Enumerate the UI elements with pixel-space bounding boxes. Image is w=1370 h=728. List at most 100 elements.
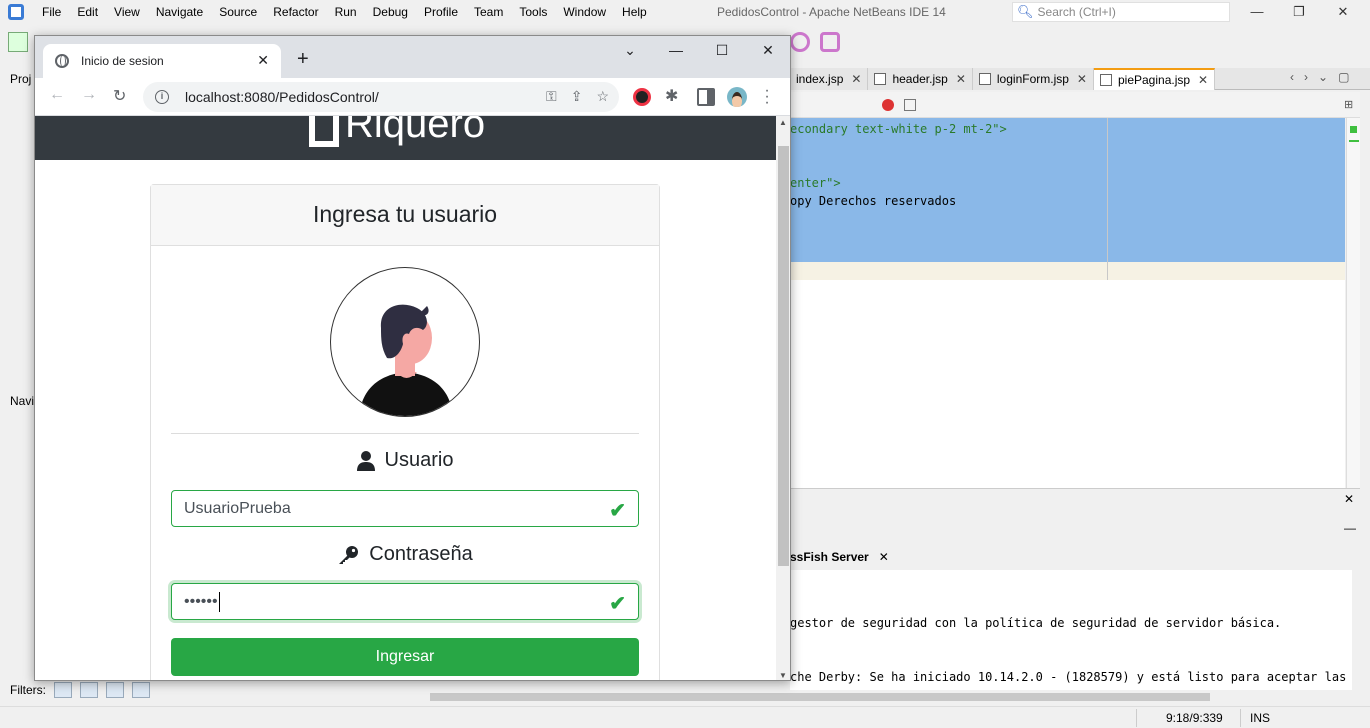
menu-window[interactable]: Window	[555, 0, 614, 24]
profile-icon[interactable]	[820, 32, 840, 52]
output-console[interactable]: gestor de seguridad con la política de s…	[790, 570, 1352, 690]
filter-inherited-icon[interactable]	[106, 682, 124, 698]
browser-tabstrip: Inicio de sesion ✕ + ⌄ — ☐ ✕	[35, 36, 790, 78]
address-bar[interactable]: i localhost:8080/PedidosControl/ ⚿ ⇪ ☆	[143, 82, 619, 112]
puzzle-icon[interactable]: ✱	[665, 86, 683, 105]
tab-piepagina-jsp[interactable]: piePagina.jsp ✕	[1093, 68, 1216, 90]
navigator-panel-label[interactable]: Navi	[10, 394, 34, 408]
ide-menu-bar: File Edit View Navigate Source Refactor …	[34, 0, 655, 24]
code-text: opy Derechos reservados	[790, 194, 957, 208]
split-icon[interactable]: ⊞	[1344, 98, 1353, 111]
filter-fields-icon[interactable]	[54, 682, 72, 698]
chevron-left-icon[interactable]: ‹	[1290, 70, 1294, 84]
star-icon[interactable]: ☆	[596, 88, 609, 105]
minimize-icon[interactable]: —	[1344, 521, 1356, 535]
scroll-up-icon[interactable]: ▲	[779, 118, 787, 127]
close-icon[interactable]: ✕	[1077, 72, 1087, 86]
close-icon[interactable]: ✕	[1198, 73, 1208, 87]
new-file-icon[interactable]	[8, 32, 28, 52]
filters-label: Filters:	[10, 683, 46, 697]
code-text: econdary text-white p-2 mt-2">	[790, 122, 1007, 136]
usuario-input[interactable]: UsuarioPrueba ✔	[171, 490, 639, 527]
menu-team[interactable]: Team	[466, 0, 511, 24]
profile-avatar[interactable]	[727, 87, 747, 107]
editor-toolbar: ⊞	[790, 92, 1360, 118]
close-tab-icon[interactable]: ✕	[257, 52, 269, 69]
close-icon[interactable]: ✕	[879, 550, 889, 564]
chevron-down-icon[interactable]: ⌄	[615, 42, 645, 59]
chevron-right-icon[interactable]: ›	[1304, 70, 1308, 84]
ide-minimize-button[interactable]: —	[1234, 0, 1280, 24]
page-vertical-scrollbar[interactable]: ▲ ▼	[776, 116, 790, 680]
projects-panel-label[interactable]: Proj	[10, 72, 31, 86]
menu-view[interactable]: View	[106, 0, 148, 24]
menu-source[interactable]: Source	[211, 0, 265, 24]
browser-toolbar: ← → ↻ i localhost:8080/PedidosControl/ ⚿…	[35, 78, 790, 116]
back-arrow-icon[interactable]: ←	[49, 86, 65, 104]
menu-refactor[interactable]: Refactor	[265, 0, 326, 24]
scroll-down-icon[interactable]: ▼	[779, 671, 787, 680]
close-icon[interactable]: ✕	[1344, 492, 1354, 506]
key-icon	[339, 545, 359, 564]
chevron-down-icon[interactable]: ⌄	[1318, 70, 1328, 84]
code-editor[interactable]: econdary text-white p-2 mt-2"> enter"> o…	[790, 118, 1345, 488]
ide-close-button[interactable]: ✕	[1320, 0, 1366, 24]
site-info-icon[interactable]: i	[155, 90, 169, 104]
maximize-icon[interactable]: ▢	[1338, 70, 1349, 84]
kebab-menu-icon[interactable]: · · ·	[763, 83, 771, 111]
extension-icon[interactable]	[633, 88, 651, 106]
ide-search-input[interactable]: 🔍︎ Search (Ctrl+I)	[1012, 2, 1230, 22]
status-ok-marker	[1350, 126, 1357, 133]
browser-tab-inicio-sesion[interactable]: Inicio de sesion ✕	[43, 44, 281, 78]
site-navbar: Riquero	[35, 116, 776, 160]
url-text[interactable]: localhost:8080/PedidosControl/	[185, 89, 379, 105]
menu-navigate[interactable]: Navigate	[148, 0, 211, 24]
password-input-value: ••••••	[184, 592, 218, 610]
password-label: Contraseña	[151, 543, 659, 566]
ide-restore-button[interactable]: ❐	[1276, 0, 1322, 24]
editor-error-stripe[interactable]	[1346, 118, 1360, 488]
menu-profile[interactable]: Profile	[416, 0, 466, 24]
scrollbar-thumb[interactable]	[778, 146, 789, 566]
tab-index-jsp[interactable]: index.jsp ✕	[790, 68, 869, 90]
share-icon[interactable]: ⇪	[571, 88, 583, 105]
stop-macro-icon[interactable]	[904, 99, 916, 111]
brand-logo[interactable]: Riquero	[309, 116, 485, 147]
record-macro-icon[interactable]	[882, 99, 894, 111]
menu-help[interactable]: Help	[614, 0, 655, 24]
output-horizontal-scrollbar[interactable]	[416, 690, 1360, 704]
menu-debug[interactable]: Debug	[365, 0, 416, 24]
tab-label: piePagina.jsp	[1117, 73, 1191, 87]
password-input[interactable]: •••••• ✔	[171, 583, 639, 620]
browser-window: Inicio de sesion ✕ + ⌄ — ☐ ✕ ← → ↻ i loc…	[34, 35, 791, 681]
reload-icon[interactable]: ↻	[113, 86, 126, 106]
scrollbar-thumb[interactable]	[430, 693, 1210, 701]
menu-file[interactable]: File	[34, 0, 69, 24]
key-icon[interactable]: ⚿	[546, 88, 557, 105]
menu-edit[interactable]: Edit	[69, 0, 106, 24]
menu-tools[interactable]: Tools	[511, 0, 555, 24]
output-tab-glassfish[interactable]: ssFish Server ✕	[790, 545, 889, 569]
current-line-highlight	[790, 262, 1345, 280]
user-illustration-icon	[359, 304, 453, 416]
forward-arrow-icon[interactable]: →	[81, 86, 97, 104]
box-logo-icon	[309, 116, 339, 147]
navigator-filters: Filters:	[10, 682, 150, 698]
profile-project-icon[interactable]	[790, 32, 810, 52]
close-icon[interactable]: ✕	[851, 72, 861, 86]
menu-run[interactable]: Run	[327, 0, 365, 24]
new-tab-button[interactable]: +	[297, 48, 309, 71]
output-header: ✕ —	[790, 488, 1360, 535]
filter-private-icon[interactable]	[132, 682, 150, 698]
filter-static-icon[interactable]	[80, 682, 98, 698]
tab-header-jsp[interactable]: header.jsp ✕	[868, 68, 973, 90]
tab-loginform-jsp[interactable]: loginForm.jsp ✕	[972, 68, 1094, 90]
ingresar-button[interactable]: Ingresar	[171, 638, 639, 676]
tab-navigation: ‹ › ⌄ ▢	[1290, 70, 1349, 84]
close-icon[interactable]: ✕	[956, 72, 966, 86]
browser-maximize-button[interactable]: ☐	[707, 42, 737, 59]
side-panel-icon[interactable]	[697, 88, 715, 106]
browser-minimize-button[interactable]: —	[661, 42, 691, 58]
usuario-label-text: Usuario	[384, 449, 454, 471]
browser-close-button[interactable]: ✕	[753, 42, 783, 59]
